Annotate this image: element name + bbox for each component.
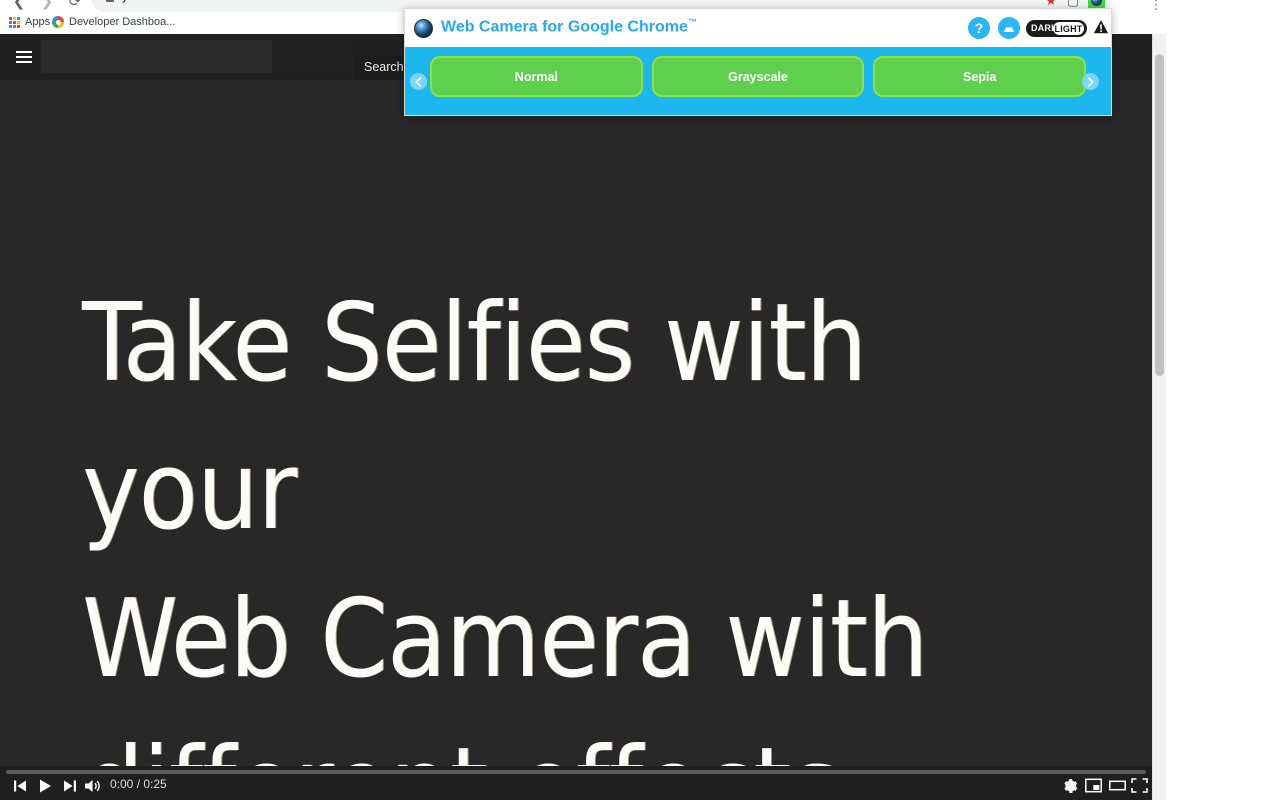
filter-button-grayscale[interactable]: Grayscale <box>651 56 865 97</box>
theme-toggle[interactable]: DARK LIGHT <box>1026 20 1087 37</box>
address-bar-url: youtube.com/ <box>122 0 197 3</box>
filter-button-label: Normal <box>514 69 558 84</box>
search-button[interactable] <box>272 40 351 73</box>
hamburger-menu-icon[interactable] <box>12 46 36 68</box>
lock-icon <box>106 0 114 2</box>
filter-button-row: Normal Grayscale Sepia <box>430 56 1087 104</box>
progress-bar[interactable] <box>6 770 1146 774</box>
miniplayer-icon[interactable] <box>1085 778 1102 796</box>
bookmark-item-apps[interactable]: Apps <box>25 16 50 28</box>
extension-title: Web Camera for Google Chrome™ <box>441 17 697 36</box>
video-promo-text: Take Selfies with your Web Camera with d… <box>82 281 928 800</box>
theater-mode-icon[interactable] <box>1109 778 1126 796</box>
filter-carousel: Normal Grayscale Sepia <box>405 47 1111 115</box>
forward-icon[interactable]: ❯ <box>36 0 58 12</box>
reload-icon[interactable]: ⟳ <box>64 0 86 12</box>
video-stage[interactable]: Take Selfies with your Web Camera with d… <box>0 80 1152 800</box>
filter-button-normal[interactable]: Normal <box>430 56 643 97</box>
extension-title-text: Web Camera for Google Chrome <box>441 18 688 36</box>
theme-toggle-light-label: LIGHT <box>1054 23 1083 34</box>
bookmark-item-developer-dashboard[interactable]: Developer Dashboa... <box>69 16 175 28</box>
kebab-menu-icon[interactable]: ⋮ <box>1148 0 1164 12</box>
screen-root: ❮ ❯ ⟳ youtube.com/ ★ ▢ ⋮ Apps Developer … <box>0 0 1280 800</box>
play-icon[interactable] <box>37 778 53 796</box>
extension-popup-header: Web Camera for Google Chrome™ DARK LIGHT <box>405 9 1111 47</box>
filter-button-label: Grayscale <box>728 69 788 84</box>
warning-triangle-icon[interactable] <box>1093 19 1109 35</box>
next-track-icon[interactable] <box>62 778 78 796</box>
google-drive-icon[interactable] <box>998 17 1020 39</box>
chevron-left-icon[interactable] <box>410 73 427 90</box>
question-mark-icon[interactable] <box>968 17 990 39</box>
video-player-controls: 0:00 / 0:25 <box>0 766 1152 800</box>
page-scrollbar[interactable] <box>1152 34 1166 800</box>
theme-toggle-light-pill[interactable]: LIGHT <box>1053 22 1084 35</box>
gear-icon[interactable] <box>1062 778 1078 796</box>
trademark-mark: ™ <box>687 17 697 27</box>
previous-track-icon[interactable] <box>12 778 28 796</box>
extension-popup: Web Camera for Google Chrome™ DARK LIGHT <box>404 8 1112 116</box>
webcam-lens-icon <box>414 19 433 38</box>
fullscreen-icon[interactable] <box>1131 778 1148 796</box>
filter-button-label: Sepia <box>963 69 997 84</box>
search-input[interactable] <box>41 40 272 73</box>
filter-button-sepia[interactable]: Sepia <box>873 56 1087 97</box>
video-time-display: 0:00 / 0:25 <box>110 777 167 791</box>
page-scrollbar-thumb[interactable] <box>1155 54 1164 376</box>
page-right-gutter <box>1166 34 1280 800</box>
back-icon[interactable]: ❮ <box>8 0 30 12</box>
page-content: Search Take Selfies with your Web Camera… <box>0 34 1152 800</box>
apps-grid-icon[interactable] <box>9 17 20 28</box>
chrome-dev-icon <box>52 16 64 28</box>
volume-icon[interactable] <box>84 778 102 796</box>
chevron-right-icon[interactable] <box>1082 73 1099 90</box>
